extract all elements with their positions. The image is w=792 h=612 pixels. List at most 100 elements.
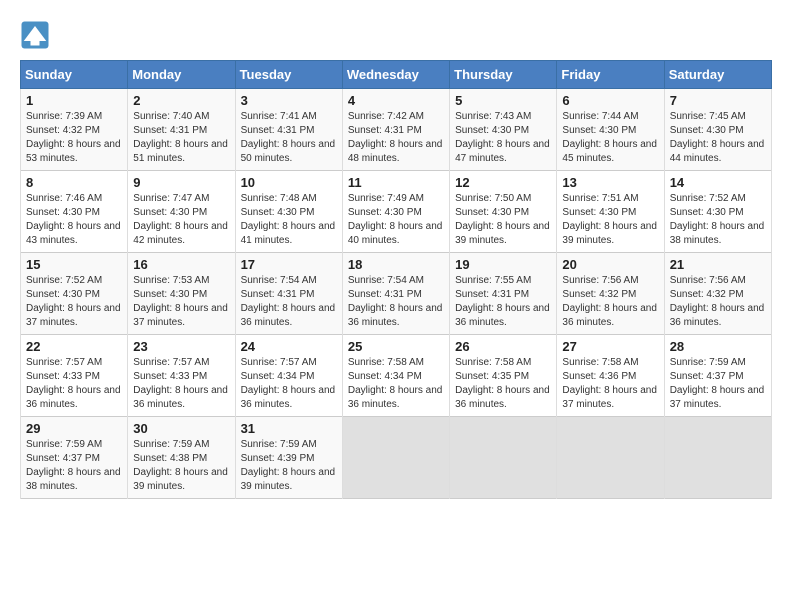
- calendar-cell: 10 Sunrise: 7:48 AMSunset: 4:30 PMDayligh…: [235, 171, 342, 253]
- day-info: Sunrise: 7:57 AMSunset: 4:34 PMDaylight:…: [241, 356, 337, 412]
- day-info: Sunrise: 7:50 AMSunset: 4:30 PMDaylight:…: [455, 192, 551, 248]
- calendar-cell: 31 Sunrise: 7:59 AMSunset: 4:39 PMDayligh…: [235, 417, 342, 499]
- calendar-cell: 26 Sunrise: 7:58 AMSunset: 4:35 PMDayligh…: [450, 335, 557, 417]
- calendar-cell: 13Sunrise: 7:51 AMSunset: 4:30 PMDayligh…: [557, 171, 664, 253]
- day-info: Sunrise: 7:46 AMSunset: 4:30 PMDaylight:…: [26, 192, 122, 248]
- calendar-cell: 12 Sunrise: 7:50 AMSunset: 4:30 PMDayligh…: [450, 171, 557, 253]
- calendar-cell: 14 Sunrise: 7:52 AMSunset: 4:30 PMDayligh…: [664, 171, 771, 253]
- calendar-cell: 9 Sunrise: 7:47 AMSunset: 4:30 PMDaylight…: [128, 171, 235, 253]
- day-info: Sunrise: 7:55 AMSunset: 4:31 PMDaylight:…: [455, 274, 551, 330]
- calendar-cell: 6Sunrise: 7:44 AMSunset: 4:30 PMDaylight…: [557, 89, 664, 171]
- day-number: 9: [133, 175, 229, 190]
- day-number: 16: [133, 257, 229, 272]
- day-info: Sunrise: 7:51 AMSunset: 4:30 PMDaylight:…: [562, 192, 658, 248]
- day-info: Sunrise: 7:59 AMSunset: 4:37 PMDaylight:…: [26, 438, 122, 494]
- calendar-cell: 19 Sunrise: 7:55 AMSunset: 4:31 PMDayligh…: [450, 253, 557, 335]
- calendar-cell: 17 Sunrise: 7:54 AMSunset: 4:31 PMDayligh…: [235, 253, 342, 335]
- day-number: 26: [455, 339, 551, 354]
- calendar-cell: 8 Sunrise: 7:46 AMSunset: 4:30 PMDaylight…: [21, 171, 128, 253]
- calendar-cell: 3Sunrise: 7:41 AMSunset: 4:31 PMDaylight…: [235, 89, 342, 171]
- day-number: 17: [241, 257, 337, 272]
- calendar-cell: 15Sunrise: 7:52 AMSunset: 4:30 PMDayligh…: [21, 253, 128, 335]
- calendar-cell: [450, 417, 557, 499]
- day-info: Sunrise: 7:59 AMSunset: 4:39 PMDaylight:…: [241, 438, 337, 494]
- calendar-cell: 24 Sunrise: 7:57 AMSunset: 4:34 PMDayligh…: [235, 335, 342, 417]
- day-number: 25: [348, 339, 444, 354]
- calendar-cell: 4 Sunrise: 7:42 AMSunset: 4:31 PMDaylight…: [342, 89, 449, 171]
- day-number: 3: [241, 93, 337, 108]
- day-number: 31: [241, 421, 337, 436]
- calendar-cell: 29 Sunrise: 7:59 AMSunset: 4:37 PMDayligh…: [21, 417, 128, 499]
- calendar-cell: 30 Sunrise: 7:59 AMSunset: 4:38 PMDayligh…: [128, 417, 235, 499]
- day-info: Sunrise: 7:57 AMSunset: 4:33 PMDaylight:…: [26, 356, 122, 412]
- calendar-header-row: SundayMondayTuesdayWednesdayThursdayFrid…: [21, 61, 772, 89]
- day-number: 4: [348, 93, 444, 108]
- day-number: 21: [670, 257, 766, 272]
- day-info: Sunrise: 7:42 AMSunset: 4:31 PMDaylight:…: [348, 110, 444, 166]
- day-info: Sunrise: 7:48 AMSunset: 4:30 PMDaylight:…: [241, 192, 337, 248]
- day-info: Sunrise: 7:39 AMSunset: 4:32 PMDaylight:…: [26, 110, 122, 166]
- week-row: 22Sunrise: 7:57 AMSunset: 4:33 PMDayligh…: [21, 335, 772, 417]
- day-info: Sunrise: 7:54 AMSunset: 4:31 PMDaylight:…: [348, 274, 444, 330]
- day-number: 27: [562, 339, 658, 354]
- calendar-cell: 22Sunrise: 7:57 AMSunset: 4:33 PMDayligh…: [21, 335, 128, 417]
- calendar-cell: 25 Sunrise: 7:58 AMSunset: 4:34 PMDayligh…: [342, 335, 449, 417]
- calendar-cell: [557, 417, 664, 499]
- day-info: Sunrise: 7:56 AMSunset: 4:32 PMDaylight:…: [562, 274, 658, 330]
- week-row: 1 Sunrise: 7:39 AMSunset: 4:32 PMDaylight…: [21, 89, 772, 171]
- day-info: Sunrise: 7:59 AMSunset: 4:37 PMDaylight:…: [670, 356, 766, 412]
- calendar-cell: 11Sunrise: 7:49 AMSunset: 4:30 PMDayligh…: [342, 171, 449, 253]
- calendar-table: SundayMondayTuesdayWednesdayThursdayFrid…: [20, 60, 772, 499]
- header: [20, 20, 772, 50]
- calendar-cell: 20 Sunrise: 7:56 AMSunset: 4:32 PMDayligh…: [557, 253, 664, 335]
- day-info: Sunrise: 7:43 AMSunset: 4:30 PMDaylight:…: [455, 110, 551, 166]
- calendar-cell: 16 Sunrise: 7:53 AMSunset: 4:30 PMDayligh…: [128, 253, 235, 335]
- day-info: Sunrise: 7:58 AMSunset: 4:34 PMDaylight:…: [348, 356, 444, 412]
- header-wednesday: Wednesday: [342, 61, 449, 89]
- day-info: Sunrise: 7:59 AMSunset: 4:38 PMDaylight:…: [133, 438, 229, 494]
- week-row: 8 Sunrise: 7:46 AMSunset: 4:30 PMDaylight…: [21, 171, 772, 253]
- day-info: Sunrise: 7:49 AMSunset: 4:30 PMDaylight:…: [348, 192, 444, 248]
- day-info: Sunrise: 7:58 AMSunset: 4:36 PMDaylight:…: [562, 356, 658, 412]
- calendar-cell: 7Sunrise: 7:45 AMSunset: 4:30 PMDaylight…: [664, 89, 771, 171]
- day-number: 30: [133, 421, 229, 436]
- day-number: 20: [562, 257, 658, 272]
- day-number: 19: [455, 257, 551, 272]
- day-number: 24: [241, 339, 337, 354]
- day-number: 6: [562, 93, 658, 108]
- day-number: 2: [133, 93, 229, 108]
- header-monday: Monday: [128, 61, 235, 89]
- day-number: 1: [26, 93, 122, 108]
- day-info: Sunrise: 7:52 AMSunset: 4:30 PMDaylight:…: [26, 274, 122, 330]
- day-number: 12: [455, 175, 551, 190]
- calendar-cell: 5 Sunrise: 7:43 AMSunset: 4:30 PMDaylight…: [450, 89, 557, 171]
- day-number: 8: [26, 175, 122, 190]
- day-info: Sunrise: 7:45 AMSunset: 4:30 PMDaylight:…: [670, 110, 766, 166]
- week-row: 29 Sunrise: 7:59 AMSunset: 4:37 PMDayligh…: [21, 417, 772, 499]
- day-number: 28: [670, 339, 766, 354]
- calendar-cell: 1 Sunrise: 7:39 AMSunset: 4:32 PMDaylight…: [21, 89, 128, 171]
- calendar-cell: 18 Sunrise: 7:54 AMSunset: 4:31 PMDayligh…: [342, 253, 449, 335]
- day-number: 29: [26, 421, 122, 436]
- week-row: 15Sunrise: 7:52 AMSunset: 4:30 PMDayligh…: [21, 253, 772, 335]
- day-number: 10: [241, 175, 337, 190]
- day-info: Sunrise: 7:54 AMSunset: 4:31 PMDaylight:…: [241, 274, 337, 330]
- logo-icon: [20, 20, 50, 50]
- day-number: 18: [348, 257, 444, 272]
- calendar-cell: 27 Sunrise: 7:58 AMSunset: 4:36 PMDayligh…: [557, 335, 664, 417]
- day-number: 14: [670, 175, 766, 190]
- day-info: Sunrise: 7:47 AMSunset: 4:30 PMDaylight:…: [133, 192, 229, 248]
- day-info: Sunrise: 7:52 AMSunset: 4:30 PMDaylight:…: [670, 192, 766, 248]
- logo: [20, 20, 54, 50]
- calendar-cell: 2 Sunrise: 7:40 AMSunset: 4:31 PMDaylight…: [128, 89, 235, 171]
- day-info: Sunrise: 7:40 AMSunset: 4:31 PMDaylight:…: [133, 110, 229, 166]
- header-tuesday: Tuesday: [235, 61, 342, 89]
- header-friday: Friday: [557, 61, 664, 89]
- calendar-cell: [342, 417, 449, 499]
- day-info: Sunrise: 7:56 AMSunset: 4:32 PMDaylight:…: [670, 274, 766, 330]
- header-thursday: Thursday: [450, 61, 557, 89]
- day-info: Sunrise: 7:53 AMSunset: 4:30 PMDaylight:…: [133, 274, 229, 330]
- day-number: 5: [455, 93, 551, 108]
- day-info: Sunrise: 7:58 AMSunset: 4:35 PMDaylight:…: [455, 356, 551, 412]
- header-saturday: Saturday: [664, 61, 771, 89]
